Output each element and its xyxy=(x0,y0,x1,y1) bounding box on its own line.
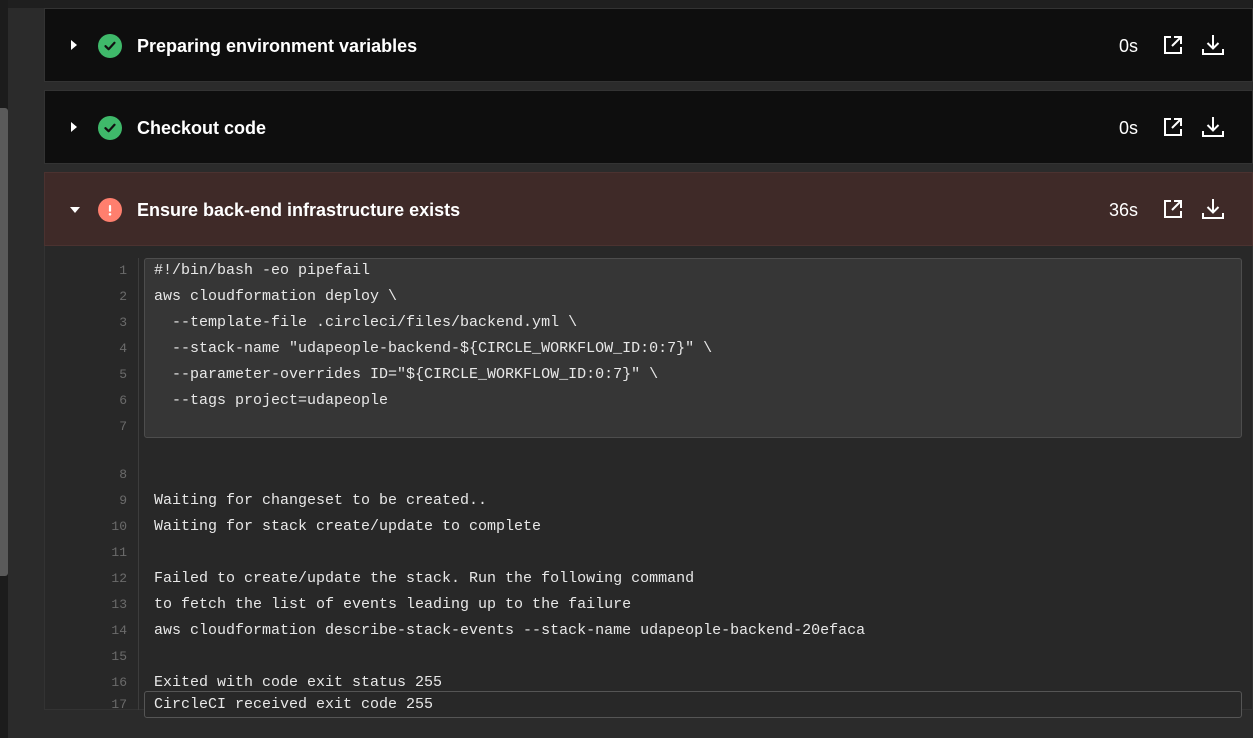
line-text: --template-file .circleci/files/backend.… xyxy=(154,314,578,331)
line-number: 10 xyxy=(111,519,127,534)
output-line: 5 --parameter-overrides ID="${CIRCLE_WOR… xyxy=(45,362,1245,388)
step-title: Ensure back-end infrastructure exists xyxy=(137,200,461,220)
exclamation-circle-icon xyxy=(98,198,122,222)
line-number: 6 xyxy=(119,393,127,408)
check-circle-icon xyxy=(98,116,122,140)
line-number: 2 xyxy=(119,289,127,304)
open-in-new-icon[interactable] xyxy=(1162,34,1184,56)
top-strip xyxy=(0,0,1253,8)
output-line: 4 --stack-name "udapeople-backend-${CIRC… xyxy=(45,336,1245,362)
output-line: 2 aws cloudformation deploy \ xyxy=(45,284,1245,310)
line-text: aws cloudformation deploy \ xyxy=(154,288,398,305)
line-number: 14 xyxy=(111,623,127,638)
output-line: 11 xyxy=(45,540,1245,566)
line-number: 3 xyxy=(119,315,127,330)
chevron-right-icon[interactable] xyxy=(71,122,77,132)
line-number: 12 xyxy=(111,571,127,586)
scrollbar-thumb[interactable] xyxy=(0,108,8,576)
output-line: 15 xyxy=(45,644,1245,670)
job-output-page: Preparing environment variables 0s Check… xyxy=(0,0,1253,738)
steps-list: Preparing environment variables 0s Check… xyxy=(44,8,1253,718)
line-number: 7 xyxy=(119,419,127,434)
output-line: 14 aws cloudformation describe-stack-even… xyxy=(45,618,1245,644)
line-number: 4 xyxy=(119,341,127,356)
line-number: 11 xyxy=(111,545,127,560)
step-title: Preparing environment variables xyxy=(137,36,418,56)
line-text: Waiting for stack create/update to compl… xyxy=(154,518,542,535)
line-text: #!/bin/bash -eo pipefail xyxy=(154,262,371,279)
output-line: 9 Waiting for changeset to be created.. xyxy=(45,488,1245,514)
output-line: 10 Waiting for stack create/update to com… xyxy=(45,514,1245,540)
line-text: aws cloudformation describe-stack-events… xyxy=(154,622,866,639)
line-text: --tags project=udapeople xyxy=(154,392,389,409)
output-line: 3 --template-file .circleci/files/backen… xyxy=(45,310,1245,336)
line-number: 5 xyxy=(119,367,127,382)
line-number: 17 xyxy=(111,697,127,712)
open-in-new-icon[interactable] xyxy=(1162,198,1184,220)
line-text: to fetch the list of events leading up t… xyxy=(154,596,632,613)
open-in-new-icon[interactable] xyxy=(1162,116,1184,138)
line-text: --parameter-overrides ID="${CIRCLE_WORKF… xyxy=(154,366,659,383)
line-number: 8 xyxy=(119,467,127,482)
step-title: Checkout code xyxy=(137,118,267,138)
step-duration: 0s xyxy=(1118,118,1138,138)
output-line: 8 xyxy=(45,462,1245,488)
step-checkout-code[interactable]: Checkout code 0s xyxy=(44,90,1253,164)
output-line: 13 to fetch the list of events leading up… xyxy=(45,592,1245,618)
step-ensure-backend-infrastructure[interactable]: Ensure back-end infrastructure exists 36… xyxy=(44,172,1253,246)
output-line: 17 CircleCI received exit code 255 xyxy=(45,692,1245,718)
step-output-panel[interactable]: 1 #!/bin/bash -eo pipefail 2 aws cloudforma… xyxy=(44,246,1253,718)
download-icon[interactable] xyxy=(1200,114,1226,140)
line-number: 15 xyxy=(111,649,127,664)
line-number: 1 xyxy=(119,263,127,278)
line-text: Waiting for changeset to be created.. xyxy=(154,492,488,509)
chevron-right-icon[interactable] xyxy=(71,40,77,50)
download-icon[interactable] xyxy=(1200,196,1226,222)
download-icon[interactable] xyxy=(1200,32,1226,58)
line-text: CircleCI received exit code 255 xyxy=(154,696,434,713)
output-line: 1 #!/bin/bash -eo pipefail xyxy=(45,258,1245,284)
line-text: Failed to create/update the stack. Run t… xyxy=(154,570,695,587)
chevron-down-icon[interactable] xyxy=(70,207,80,213)
step-duration: 0s xyxy=(1118,36,1138,56)
line-number: 9 xyxy=(119,493,127,508)
line-number: 13 xyxy=(111,597,127,612)
check-circle-icon xyxy=(98,34,122,58)
step-preparing-environment-variables[interactable]: Preparing environment variables 0s xyxy=(44,8,1253,82)
output-line: 12 Failed to create/update the stack. Run… xyxy=(45,566,1245,592)
step-duration: 36s xyxy=(1108,200,1138,220)
output-line: 6 --tags project=udapeople xyxy=(45,388,1245,414)
output-line: 7 xyxy=(45,414,1245,440)
line-text: --stack-name "udapeople-backend-${CIRCLE… xyxy=(154,340,713,357)
